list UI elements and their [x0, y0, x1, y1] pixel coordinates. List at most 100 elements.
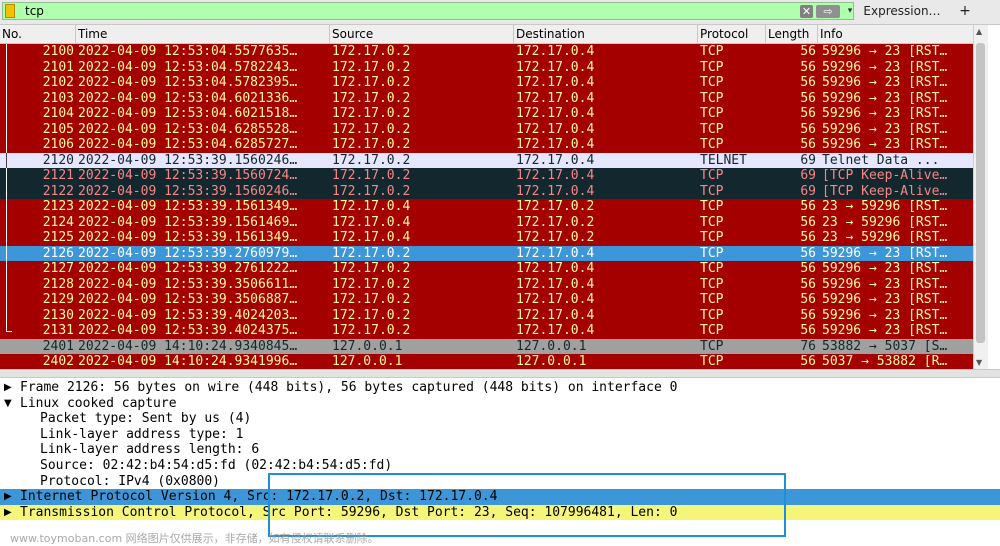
packet-protocol: TCP: [700, 183, 724, 199]
packet-list-header: No. Time Source Destination Protocol Len…: [0, 25, 973, 44]
scroll-up-icon[interactable]: ▲: [976, 27, 982, 36]
packet-time: 2022-04-09 12:53:39.3506611…: [78, 276, 298, 292]
packet-length: 69: [800, 152, 816, 168]
detail-tree-item[interactable]: ▼ Linux cooked capture: [0, 396, 1000, 412]
packet-destination: 172.17.0.2: [516, 214, 595, 230]
packet-row[interactable]: 2106 2022-04-09 12:53:04.6285727… 172.17.0…: [0, 137, 973, 153]
clear-icon[interactable]: ✕: [800, 5, 813, 18]
packet-destination: 172.17.0.4: [516, 152, 595, 168]
packet-row[interactable]: 2101 2022-04-09 12:53:04.5782243… 172.17.0…: [0, 59, 973, 75]
packet-length: 56: [800, 307, 816, 323]
column-header-info[interactable]: Info: [818, 25, 973, 43]
packet-row[interactable]: 2131 2022-04-09 12:53:39.4024375… 172.17.0…: [0, 323, 973, 339]
column-header-length[interactable]: Length: [766, 25, 818, 43]
packet-list-scrollbar[interactable]: ▲ ▼: [973, 25, 988, 369]
packet-row[interactable]: 2103 2022-04-09 12:53:04.6021336… 172.17.0…: [0, 90, 973, 106]
detail-tree-item[interactable]: Packet type: Sent by us (4): [0, 411, 1000, 427]
packet-length: 56: [800, 214, 816, 230]
packet-no: 2127: [42, 261, 74, 276]
scrollbar-thumb[interactable]: [976, 43, 985, 343]
packet-info: 53882 → 5037 [S…: [822, 338, 948, 354]
packet-row[interactable]: 2120 2022-04-09 12:53:39.1560246… 172.17.0…: [0, 152, 973, 168]
detail-tree-item[interactable]: Link-layer address length: 6: [0, 442, 1000, 458]
packet-length: 56: [800, 276, 816, 292]
packet-no: 2102: [42, 75, 74, 90]
packet-row[interactable]: 2126 2022-04-09 12:53:39.2760979… 172.17.0…: [0, 245, 973, 261]
packet-protocol: TCP: [700, 292, 724, 307]
collapse-arrow-icon[interactable]: ▼: [4, 396, 12, 412]
packet-info: 59296 → 23 [RST…: [822, 106, 948, 121]
detail-text: Protocol: IPv4 (0x0800): [40, 473, 221, 489]
packet-no: 2125: [42, 230, 74, 245]
pane-splitter[interactable]: [0, 369, 1000, 378]
bookmark-icon[interactable]: [5, 4, 15, 18]
packet-row[interactable]: 2129 2022-04-09 12:53:39.3506887… 172.17.0…: [0, 292, 973, 308]
packet-length: 69: [800, 183, 816, 199]
packet-length: 69: [800, 168, 816, 183]
scroll-down-icon[interactable]: ▼: [976, 358, 982, 367]
packet-info: [TCP Keep-Alive…: [822, 168, 948, 183]
column-header-no[interactable]: No.: [0, 25, 76, 43]
packet-time: 2022-04-09 12:53:39.1560246…: [78, 152, 298, 168]
detail-tree-item[interactable]: Source: 02:42:b4:54:d5:fd (02:42:b4:54:d…: [0, 458, 1000, 474]
packet-info: 59296 → 23 [RST…: [822, 323, 948, 338]
packet-row[interactable]: 2127 2022-04-09 12:53:39.2761222… 172.17.0…: [0, 261, 973, 277]
packet-source: 172.17.0.2: [332, 183, 411, 199]
column-header-destination[interactable]: Destination: [514, 25, 698, 43]
column-header-protocol[interactable]: Protocol: [698, 25, 766, 43]
packet-row[interactable]: 2121 2022-04-09 12:53:39.1560724… 172.17.0…: [0, 168, 973, 184]
packet-source: 172.17.0.4: [332, 214, 411, 230]
packet-row[interactable]: 2401 2022-04-09 14:10:24.9340845… 127.0.0.…: [0, 338, 973, 354]
packet-source: 172.17.0.2: [332, 152, 411, 168]
packet-source: 172.17.0.2: [332, 137, 411, 152]
packet-destination: 172.17.0.4: [516, 245, 595, 261]
detail-tree-item[interactable]: Link-layer address type: 1: [0, 427, 1000, 443]
apply-filter-icon[interactable]: ⇨: [816, 5, 840, 18]
chevron-down-icon[interactable]: ▾: [844, 4, 856, 18]
expand-arrow-icon[interactable]: ▶: [4, 489, 12, 505]
packet-row[interactable]: 2123 2022-04-09 12:53:39.1561349… 172.17.0…: [0, 199, 973, 215]
packet-length: 56: [800, 354, 816, 369]
packet-destination: 172.17.0.4: [516, 75, 595, 90]
display-filter-input[interactable]: tcp ✕ ⇨ ▾: [2, 2, 854, 20]
packet-destination: 172.17.0.4: [516, 137, 595, 152]
packet-protocol: TCP: [700, 276, 724, 292]
expression-button[interactable]: Expression…: [858, 2, 946, 21]
packet-row[interactable]: 2402 2022-04-09 14:10:24.9341996… 127.0.0.…: [0, 354, 973, 369]
packet-row[interactable]: 2100 2022-04-09 12:53:04.5577635… 172.17.0…: [0, 44, 973, 60]
packet-row[interactable]: 2122 2022-04-09 12:53:39.1560246… 172.17.0…: [0, 183, 973, 199]
packet-no: 2101: [42, 59, 74, 75]
packet-row[interactable]: 2105 2022-04-09 12:53:04.6285528… 172.17.0…: [0, 121, 973, 137]
packet-row[interactable]: 2125 2022-04-09 12:53:39.1561349… 172.17.0…: [0, 230, 973, 246]
packet-destination: 172.17.0.4: [516, 59, 595, 75]
packet-no: 2129: [42, 292, 74, 307]
packet-destination: 172.17.0.4: [516, 307, 595, 323]
packet-protocol: TCP: [700, 75, 724, 90]
packet-row[interactable]: 2130 2022-04-09 12:53:39.4024203… 172.17.0…: [0, 307, 973, 323]
packet-length: 56: [800, 90, 816, 106]
packet-row[interactable]: 2104 2022-04-09 12:53:04.6021518… 172.17.0…: [0, 106, 973, 122]
packet-length: 56: [800, 137, 816, 152]
packet-time: 2022-04-09 14:10:24.9340845…: [78, 338, 298, 354]
packet-info: 59296 → 23 [RST…: [822, 276, 948, 292]
packet-row[interactable]: 2128 2022-04-09 12:53:39.3506611… 172.17.0…: [0, 276, 973, 292]
packet-destination: 127.0.0.1: [516, 354, 587, 369]
packet-length: 56: [800, 75, 816, 90]
packet-destination: 172.17.0.2: [516, 199, 595, 214]
packet-length: 56: [800, 106, 816, 121]
detail-tree-item[interactable]: ▶ Frame 2126: 56 bytes on wire (448 bits)…: [0, 380, 1000, 396]
packet-source: 172.17.0.2: [332, 75, 411, 90]
packet-row[interactable]: 2124 2022-04-09 12:53:39.1561469… 172.17.0…: [0, 214, 973, 230]
packet-source: 172.17.0.4: [332, 199, 411, 214]
packet-row[interactable]: 2102 2022-04-09 12:53:04.5782395… 172.17.0…: [0, 75, 973, 91]
expand-arrow-icon[interactable]: ▶: [4, 505, 12, 521]
column-header-source[interactable]: Source: [330, 25, 514, 43]
packet-info: 59296 → 23 [RST…: [822, 44, 948, 59]
add-filter-button[interactable]: +: [952, 2, 978, 21]
packet-protocol: TCP: [700, 59, 724, 75]
highlight-annotation-box: [268, 473, 786, 537]
column-header-time[interactable]: Time: [76, 25, 330, 43]
expand-arrow-icon[interactable]: ▶: [4, 380, 12, 396]
packet-time: 2022-04-09 12:53:39.4024203…: [78, 307, 298, 323]
filter-text[interactable]: tcp: [25, 4, 44, 18]
